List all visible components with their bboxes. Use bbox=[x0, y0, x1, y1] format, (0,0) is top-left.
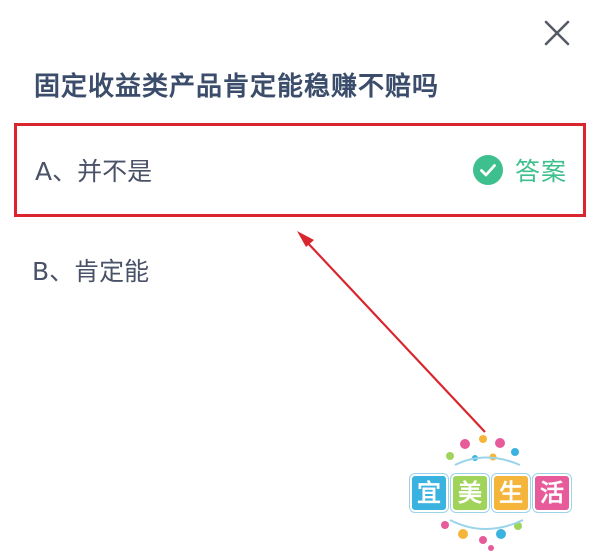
watermark-tiles: 宜 美 生 活 bbox=[410, 474, 574, 512]
check-circle-icon bbox=[472, 155, 503, 185]
close-button[interactable] bbox=[538, 14, 576, 52]
watermark-tile: 宜 bbox=[410, 474, 448, 512]
watermark-tile: 活 bbox=[533, 474, 571, 512]
answer-badge: 答案 bbox=[472, 152, 567, 188]
answer-label: 答案 bbox=[514, 157, 567, 186]
option-a-label: A、并不是 bbox=[35, 157, 153, 186]
option-b-label: B、肯定能 bbox=[32, 257, 150, 286]
close-icon bbox=[544, 20, 570, 46]
quiz-dialog: 固定收益类产品肯定能稳赚不赔吗 A、并不是 答案 B、肯定能 宜 美 生 活 bbox=[0, 0, 600, 557]
watermark-logo: 宜 美 生 活 bbox=[405, 430, 571, 555]
watermark-tile: 美 bbox=[451, 474, 489, 512]
option-a[interactable]: A、并不是 答案 bbox=[14, 123, 586, 217]
question-title: 固定收益类产品肯定能稳赚不赔吗 bbox=[34, 72, 440, 102]
watermark-tile: 生 bbox=[492, 474, 530, 512]
option-b[interactable]: B、肯定能 bbox=[14, 223, 586, 317]
